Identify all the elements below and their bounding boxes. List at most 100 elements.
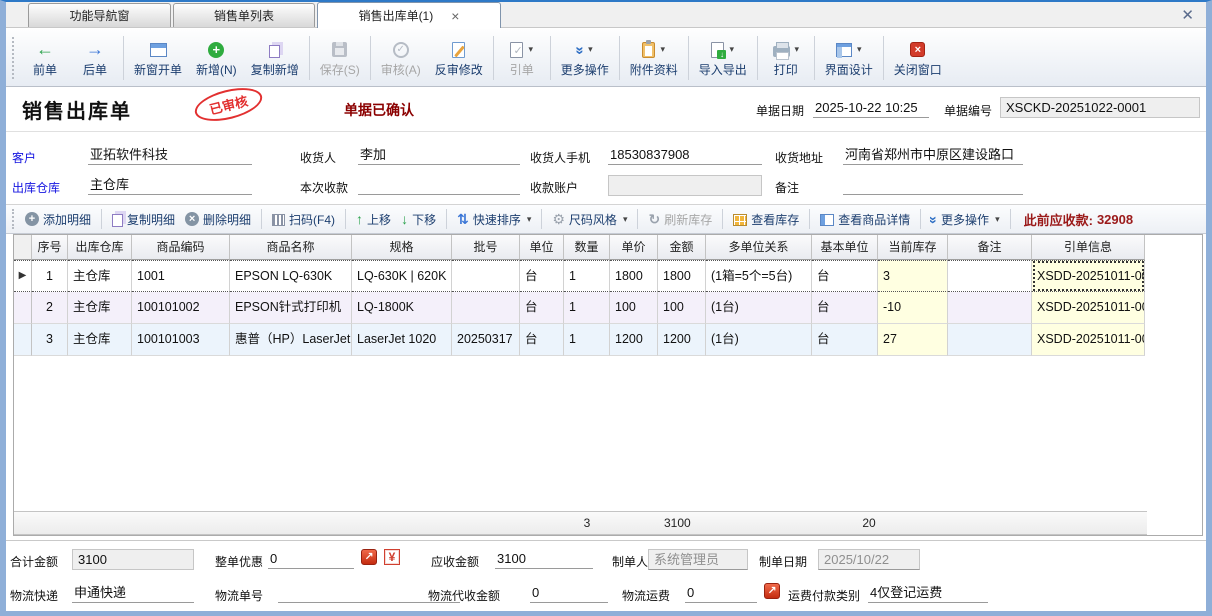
grid-cell[interactable]: 台 [812, 292, 878, 324]
grid-cell[interactable]: XSDD-20251011-0001 [1032, 292, 1145, 324]
col-header[interactable]: 商品名称 [230, 235, 352, 260]
payment-field[interactable] [358, 175, 520, 195]
grid-cell[interactable]: 100 [610, 292, 658, 324]
grid-cell[interactable]: 台 [520, 292, 564, 324]
address-field[interactable]: 河南省郑州市中原区建设路口 [843, 145, 1023, 165]
grid-cell[interactable]: 3 [878, 260, 948, 292]
new-button[interactable]: + 新增(N) [189, 35, 244, 80]
grid-cell[interactable]: XSDD-20251011-0001 [1032, 324, 1145, 356]
grid-cell[interactable]: 20250317 [452, 324, 520, 356]
col-header[interactable]: 当前库存 [878, 235, 948, 260]
remark-field[interactable] [843, 175, 1023, 195]
dropdown-arrow-icon[interactable]: ▾ [729, 44, 734, 55]
grid-cell[interactable] [948, 324, 1032, 356]
grid-cell[interactable]: EPSON针式打印机 [230, 292, 352, 324]
scan-button[interactable]: 扫码(F4) [267, 211, 340, 228]
discount-field[interactable]: 0 [268, 549, 354, 569]
discount-apply-icon[interactable]: ↗ [361, 549, 377, 565]
current-row-marker[interactable]: ▶ [14, 260, 32, 292]
delete-detail-button[interactable]: × 删除明细 [180, 211, 256, 228]
grid-cell[interactable]: 3 [32, 324, 68, 356]
grid-cell[interactable]: (1箱=5个=5台) [706, 260, 812, 292]
grid-cell[interactable]: 1200 [658, 324, 706, 356]
freight-field[interactable]: 0 [685, 583, 757, 603]
col-header[interactable]: 序号 [32, 235, 68, 260]
grid-cell[interactable]: 1 [564, 292, 610, 324]
dropdown-arrow-icon[interactable]: ▾ [795, 44, 800, 55]
view-product-detail-button[interactable]: 查看商品详情 [815, 211, 915, 228]
quick-sort-button[interactable]: ⇅ 快速排序 ▾ [452, 211, 536, 228]
dropdown-arrow-icon[interactable]: ▾ [588, 44, 593, 55]
grid-cell[interactable]: (1台) [706, 292, 812, 324]
move-down-button[interactable]: ↓ 下移 [396, 211, 441, 228]
warehouse-field[interactable]: 主仓库 [88, 175, 252, 195]
grid-cell[interactable]: LQ-1800K [352, 292, 452, 324]
tab-sales-outbound[interactable]: 销售出库单(1) × [317, 2, 501, 28]
receivable-field[interactable]: 3100 [495, 549, 593, 569]
grid-cell[interactable]: 台 [812, 260, 878, 292]
grid-cell[interactable]: 主仓库 [68, 324, 132, 356]
row-selector[interactable] [14, 324, 32, 356]
grid-cell[interactable] [948, 260, 1032, 292]
grid-cell[interactable]: 2 [32, 292, 68, 324]
grid-cell[interactable] [452, 292, 520, 324]
discount-money-icon[interactable]: ¥ [384, 549, 400, 565]
col-header[interactable]: 金额 [658, 235, 706, 260]
phone-field[interactable]: 18530837908 [608, 145, 762, 165]
print-button[interactable]: ▾ 打印 [761, 35, 811, 80]
grid-cell[interactable] [948, 292, 1032, 324]
col-header[interactable]: 商品编码 [132, 235, 230, 260]
dropdown-arrow-icon[interactable]: ▾ [527, 214, 532, 225]
dropdown-arrow-icon[interactable]: ▾ [623, 214, 628, 225]
grid-cell[interactable]: 1200 [610, 324, 658, 356]
consignee-field[interactable]: 李加 [358, 145, 520, 165]
new-window-order-button[interactable]: 新窗开单 [127, 35, 189, 80]
grid-cell-focused[interactable]: XSDD-20251011-0001 [1032, 260, 1145, 292]
grid-cell[interactable]: 1 [564, 324, 610, 356]
import-export-button[interactable]: ↓ ▾ 导入导出 [692, 35, 754, 80]
grid-cell[interactable]: 1800 [610, 260, 658, 292]
grid-cell[interactable]: 台 [520, 260, 564, 292]
grid-cell[interactable]: 1001 [132, 260, 230, 292]
cod-amount-field[interactable]: 0 [530, 583, 608, 603]
col-header[interactable]: 备注 [948, 235, 1032, 260]
row-selector[interactable] [14, 292, 32, 324]
more-actions-button[interactable]: » ▾ 更多操作 [554, 35, 616, 80]
col-header[interactable]: 单位 [520, 235, 564, 260]
col-header[interactable]: 引单信息 [1032, 235, 1145, 260]
grid-cell[interactable]: 100101002 [132, 292, 230, 324]
copy-detail-button[interactable]: 复制明细 [107, 211, 180, 228]
grid-cell[interactable]: LQ-630K | 620K [352, 260, 452, 292]
grid-cell[interactable]: 100101003 [132, 324, 230, 356]
col-header[interactable]: 数量 [564, 235, 610, 260]
express-field[interactable]: 申通快递 [72, 583, 194, 603]
close-window-button[interactable]: × 关闭窗口 [887, 35, 949, 80]
ui-design-button[interactable]: ▾ 界面设计 [818, 35, 880, 80]
col-header[interactable]: 单价 [610, 235, 658, 260]
size-style-button[interactable]: ⚙ 尺码风格 ▾ [547, 211, 632, 228]
prev-order-button[interactable]: ← 前单 [20, 35, 70, 80]
window-close-icon[interactable]: ✕ [1181, 6, 1194, 24]
col-header[interactable]: 规格 [352, 235, 452, 260]
grid-cell[interactable]: EPSON LQ-630K [230, 260, 352, 292]
next-order-button[interactable]: → 后单 [70, 35, 120, 80]
customer-field[interactable]: 亚拓软件科技 [88, 145, 252, 165]
detail-more-actions-button[interactable]: » 更多操作 ▾ [926, 211, 1004, 228]
col-header[interactable]: 出库仓库 [68, 235, 132, 260]
copy-new-button[interactable]: 复制新增 [244, 35, 306, 80]
grid-cell[interactable] [452, 260, 520, 292]
tab-nav-window[interactable]: 功能导航窗 [28, 3, 171, 27]
grid-cell[interactable]: 100 [658, 292, 706, 324]
grid-cell[interactable]: 台 [520, 324, 564, 356]
dropdown-arrow-icon[interactable]: ▾ [857, 44, 862, 55]
grid-cell[interactable]: 1800 [658, 260, 706, 292]
grid-cell[interactable]: 惠普（HP）LaserJet [230, 324, 352, 356]
tab-close-icon[interactable]: × [451, 9, 459, 23]
grid-cell[interactable]: 台 [812, 324, 878, 356]
grid-cell[interactable]: 27 [878, 324, 948, 356]
grid-cell[interactable]: LaserJet 1020 [352, 324, 452, 356]
move-up-button[interactable]: ↑ 上移 [351, 211, 396, 228]
tab-sales-list[interactable]: 销售单列表 [173, 3, 315, 27]
grid-cell[interactable]: 1 [32, 260, 68, 292]
grid-cell[interactable]: 1 [564, 260, 610, 292]
